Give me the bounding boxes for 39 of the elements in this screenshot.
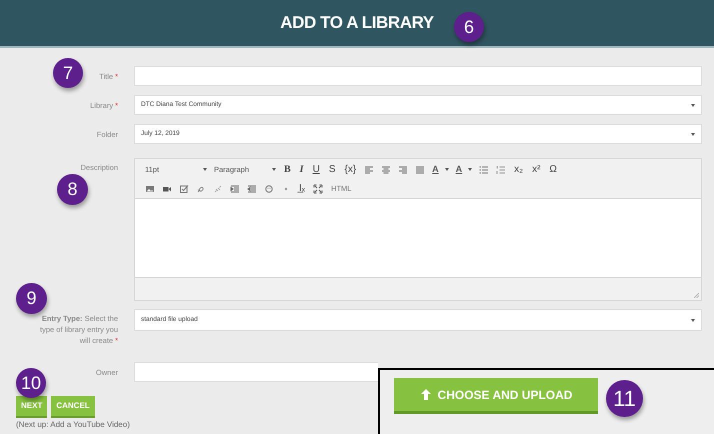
- unlink-icon[interactable]: [213, 184, 223, 194]
- caret-icon: [691, 132, 695, 136]
- toolbar-button[interactable]: x₂: [513, 162, 524, 177]
- step-badge: 9: [16, 283, 47, 314]
- step-badge: 10: [16, 368, 46, 398]
- toolbar-button[interactable]: S: [328, 162, 336, 177]
- caret-icon: [691, 318, 695, 322]
- align-right-icon[interactable]: [398, 164, 408, 174]
- page-title: ADD TO A LIBRARY: [280, 12, 434, 34]
- indent-icon[interactable]: [230, 184, 240, 194]
- caret-icon: [691, 104, 695, 106]
- toolbar-button[interactable]: x²: [531, 162, 542, 177]
- toolbar-button[interactable]: Ω: [548, 162, 558, 177]
- caret-icon: [444, 168, 449, 171]
- bullet-list-icon[interactable]: [479, 164, 490, 174]
- resize-handle-icon[interactable]: [694, 293, 699, 298]
- justify-icon[interactable]: [415, 164, 426, 174]
- caret-icon: [272, 168, 276, 171]
- color-picker-button[interactable]: A: [432, 162, 449, 176]
- step-badge: 7: [53, 58, 83, 88]
- toolbar-button[interactable]: I̲ₓ: [298, 181, 306, 196]
- toolbar-button[interactable]: U: [312, 162, 321, 177]
- toolbar-button[interactable]: {x}: [343, 162, 358, 177]
- upload-icon: [420, 389, 432, 400]
- caret-icon: [468, 168, 472, 171]
- numbered-list-icon[interactable]: [496, 164, 506, 174]
- color-picker-button[interactable]: A: [456, 162, 472, 176]
- toolbar-button[interactable]: B: [283, 162, 292, 177]
- fullscreen-icon[interactable]: [313, 184, 324, 194]
- caret-icon: [203, 168, 207, 171]
- align-left-icon[interactable]: [364, 164, 374, 174]
- checkbox-icon[interactable]: [179, 184, 189, 194]
- image-icon[interactable]: [145, 184, 155, 194]
- toolbar-button[interactable]: I: [298, 162, 305, 177]
- outdent-icon[interactable]: [247, 184, 257, 194]
- smiley-icon[interactable]: [264, 184, 274, 194]
- next-up-note: (Next up: Add a YouTube Video): [15, 419, 131, 431]
- step-badge: 8: [57, 174, 88, 205]
- align-center-icon[interactable]: [381, 164, 392, 174]
